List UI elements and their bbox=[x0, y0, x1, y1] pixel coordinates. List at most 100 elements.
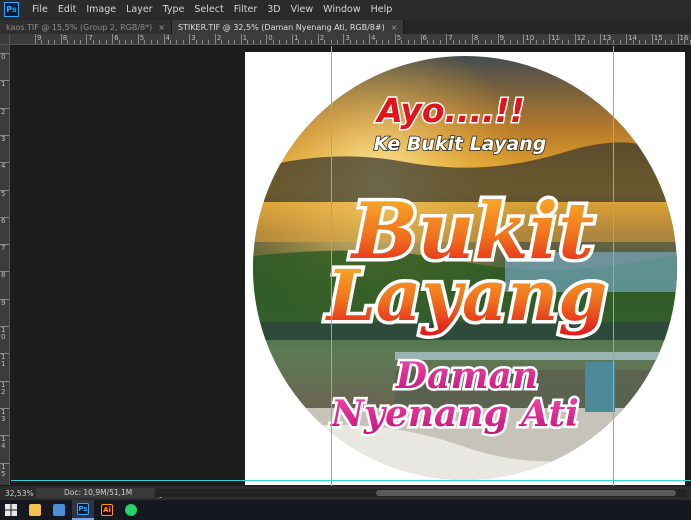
ruler-tick bbox=[330, 40, 332, 44]
ruler-tick bbox=[60, 34, 62, 44]
status-bar: 32,53% Doc: 10,9M/51,1M ❯ bbox=[0, 486, 691, 500]
ruler-tick bbox=[131, 40, 133, 44]
ruler-tick bbox=[606, 40, 608, 44]
ruler-tick bbox=[285, 40, 287, 44]
ruler-tick bbox=[645, 40, 647, 44]
ruler-tick bbox=[439, 40, 441, 44]
ruler-tick bbox=[0, 326, 9, 327]
sticker-sub2: Nyenang Ati bbox=[330, 393, 579, 435]
ruler-tick bbox=[0, 407, 9, 409]
ruler-tick bbox=[504, 40, 506, 44]
close-icon[interactable]: × bbox=[158, 23, 165, 32]
taskbar-illustrator[interactable]: Ai bbox=[96, 500, 118, 520]
ruler-tick bbox=[54, 40, 56, 44]
guide-vertical[interactable] bbox=[331, 46, 332, 486]
menu-edit[interactable]: Edit bbox=[53, 4, 81, 15]
ruler-tick bbox=[118, 40, 120, 44]
ruler-tick bbox=[169, 40, 171, 44]
sticker-line2: Ke Bukit Layang bbox=[374, 133, 547, 155]
taskbar-whatsapp[interactable] bbox=[120, 500, 142, 520]
ruler-label: 1 1 bbox=[1, 353, 6, 369]
close-icon[interactable]: × bbox=[391, 23, 398, 32]
ruler-origin[interactable] bbox=[0, 34, 10, 45]
ruler-label: 1 2 bbox=[1, 380, 6, 396]
tab-kaos[interactable]: kaos.TIF @ 15,5% (Group 2, RGB/8*) × bbox=[0, 20, 172, 34]
horizontal-scrollbar[interactable] bbox=[156, 489, 686, 497]
ruler-label: 8 bbox=[1, 271, 6, 280]
ruler-tick bbox=[272, 40, 274, 44]
guide-vertical[interactable] bbox=[613, 46, 614, 486]
photoshop-logo[interactable]: Ps bbox=[4, 2, 19, 17]
scrollbar-thumb[interactable] bbox=[376, 490, 676, 496]
ruler-tick bbox=[0, 298, 9, 300]
menu-filter[interactable]: Filter bbox=[229, 4, 263, 15]
tab-label: STIKER.TIF @ 32,5% (Daman Nyenang Ati, R… bbox=[177, 22, 385, 32]
taskbar-store[interactable] bbox=[48, 500, 70, 520]
ruler-tick bbox=[683, 40, 685, 44]
ruler-tick bbox=[420, 34, 422, 44]
ruler-tick bbox=[336, 40, 338, 44]
ruler-tick bbox=[105, 40, 107, 44]
ruler-tick bbox=[292, 34, 293, 44]
tab-label: kaos.TIF @ 15,5% (Group 2, RGB/8*) bbox=[6, 22, 153, 32]
canvas-workspace[interactable]: Ayo....!! Ke Bukit Layang Bukit Layang D… bbox=[11, 46, 691, 486]
ruler-tick bbox=[137, 34, 139, 44]
ruler-tick bbox=[189, 34, 191, 44]
ruler-label: 7 bbox=[1, 244, 6, 253]
menu-image[interactable]: Image bbox=[81, 4, 121, 15]
ruler-tick bbox=[92, 40, 94, 44]
ruler-tick bbox=[0, 134, 9, 136]
ruler-tick bbox=[150, 40, 152, 44]
ruler-tick bbox=[664, 40, 666, 44]
taskbar-file-explorer[interactable] bbox=[24, 500, 46, 520]
menu-type[interactable]: Type bbox=[158, 4, 190, 15]
ruler-tick bbox=[613, 40, 615, 44]
menu-view[interactable]: View bbox=[286, 4, 319, 15]
ruler-tick bbox=[0, 53, 9, 54]
tab-stiker[interactable]: STIKER.TIF @ 32,5% (Daman Nyenang Ati, R… bbox=[171, 20, 405, 34]
ruler-tick bbox=[0, 380, 9, 382]
zoom-level[interactable]: 32,53% bbox=[0, 489, 36, 498]
menu-help[interactable]: Help bbox=[366, 4, 398, 15]
ruler-tick bbox=[47, 40, 49, 44]
menu-3d[interactable]: 3D bbox=[262, 4, 285, 15]
ruler-label: 1 4 bbox=[1, 435, 6, 451]
ruler-tick bbox=[375, 40, 377, 44]
ruler-tick bbox=[304, 40, 306, 44]
ruler-tick bbox=[311, 40, 313, 44]
ruler-tick bbox=[240, 34, 242, 44]
menu-select[interactable]: Select bbox=[189, 4, 228, 15]
ruler-tick bbox=[433, 40, 435, 44]
horizontal-ruler[interactable]: 98765432101234567891011121314151617 bbox=[10, 34, 691, 45]
guide-horizontal[interactable] bbox=[11, 480, 691, 481]
document-size[interactable]: Doc: 10,9M/51,1M bbox=[36, 488, 154, 498]
menu-window[interactable]: Window bbox=[318, 4, 365, 15]
ruler-tick bbox=[491, 40, 493, 44]
ruler-tick bbox=[0, 462, 9, 464]
menu-layer[interactable]: Layer bbox=[121, 4, 158, 15]
menu-file[interactable]: File bbox=[27, 4, 53, 15]
ruler-tick bbox=[523, 34, 525, 44]
ruler-tick bbox=[67, 40, 69, 44]
vertical-ruler[interactable]: 0 1 2 3 4 5 6 7 8 9 1 0 1 1 1 2 1 3 1 4 1 5 bbox=[0, 45, 10, 485]
document-canvas[interactable]: Ayo....!! Ke Bukit Layang Bukit Layang D… bbox=[245, 52, 685, 485]
ruler-tick bbox=[259, 40, 261, 44]
ruler-tick bbox=[214, 34, 216, 44]
start-button[interactable] bbox=[0, 500, 22, 520]
ruler-tick bbox=[555, 40, 557, 44]
ruler-tick bbox=[0, 107, 9, 109]
windows-taskbar: Ps Ai bbox=[0, 500, 691, 520]
document-tabs: kaos.TIF @ 15,5% (Group 2, RGB/8*) × STI… bbox=[0, 19, 691, 34]
ruler-tick bbox=[298, 40, 300, 44]
ruler-tick bbox=[0, 244, 9, 246]
ruler-tick bbox=[41, 40, 43, 44]
photoshop-icon: Ps bbox=[77, 503, 89, 515]
ruler-tick bbox=[600, 34, 602, 44]
ruler-tick bbox=[407, 40, 409, 44]
ruler-tick bbox=[414, 40, 416, 44]
ruler-tick bbox=[0, 353, 9, 355]
ruler-tick bbox=[324, 40, 326, 44]
taskbar-photoshop[interactable]: Ps bbox=[72, 500, 94, 520]
ruler-label: 1 0 bbox=[1, 326, 6, 341]
ruler-tick bbox=[0, 435, 9, 437]
